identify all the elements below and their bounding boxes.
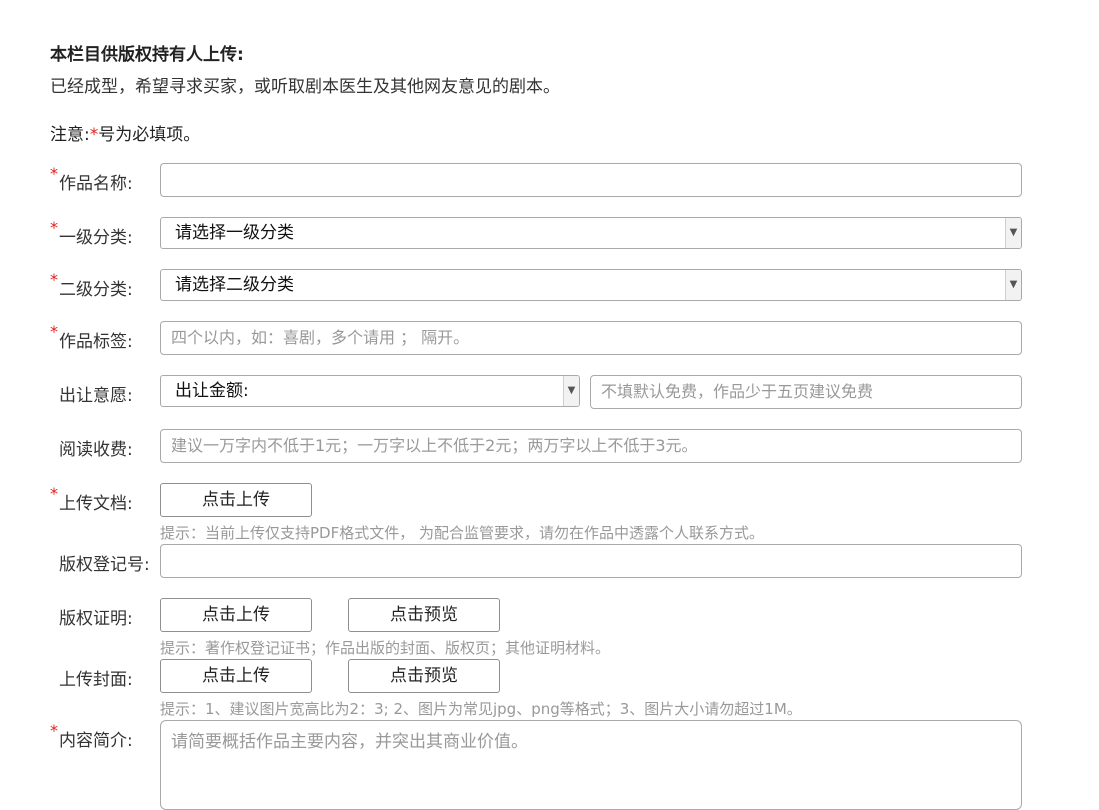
required-mark: * (50, 218, 58, 237)
category2-label: 二级分类: (59, 280, 133, 300)
transfer-amount-input[interactable]: 不填默认免费，作品少于五页建议免费 (590, 375, 1022, 409)
copyright-reg-label: 版权登记号: (59, 555, 150, 575)
category1-select[interactable]: 请选择一级分类 ▼ (160, 217, 1022, 249)
upload-doc-button[interactable]: 点击上传 (160, 483, 312, 517)
required-mark: * (50, 164, 58, 183)
transfer-selected: 出让金额: (175, 381, 249, 401)
summary-label: 内容简介: (59, 731, 133, 751)
required-notice: 注意:*号为必填项。 (50, 120, 200, 145)
copyright-proof-preview-button[interactable]: 点击预览 (348, 598, 500, 632)
category1-selected: 请选择一级分类 (175, 223, 294, 243)
category2-selected: 请选择二级分类 (175, 275, 294, 295)
transfer-select[interactable]: 出让金额: ▼ (160, 375, 580, 407)
upload-doc-hint: 提示：当前上传仅支持PDF格式文件， 为配合监管要求，请勿在作品中透露个人联系方… (160, 524, 764, 542)
required-mark: * (50, 484, 58, 503)
copyright-proof-upload-button[interactable]: 点击上传 (160, 598, 312, 632)
notice-suffix: 号为必填项。 (98, 125, 201, 145)
notice-star: * (89, 125, 99, 145)
reading-fee-label: 阅读收费: (59, 440, 133, 460)
required-mark: * (50, 270, 58, 289)
upload-doc-label: 上传文档: (59, 494, 133, 514)
summary-textarea[interactable]: 请简要概括作品主要内容，并突出其商业价值。 (160, 720, 1022, 810)
copyright-proof-hint: 提示：著作权登记证书；作品出版的封面、版权页；其他证明材料。 (160, 639, 611, 657)
reading-fee-input[interactable]: 建议一万字内不低于1元；一万字以上不低于2元；两万字以上不低于3元。 (160, 429, 1022, 463)
section-description: 已经成型，希望寻求买家，或听取剧本医生及其他网友意见的剧本。 (50, 77, 560, 97)
cover-upload-button[interactable]: 点击上传 (160, 659, 312, 693)
chevron-down-icon[interactable]: ▼ (1005, 270, 1021, 300)
copyright-reg-input[interactable] (160, 544, 1022, 578)
chevron-down-icon[interactable]: ▼ (563, 376, 579, 406)
chevron-down-icon[interactable]: ▼ (1005, 218, 1021, 248)
required-mark: * (50, 721, 58, 740)
cover-label: 上传封面: (59, 670, 133, 690)
title-input[interactable] (160, 163, 1022, 197)
title-label: 作品名称: (59, 174, 133, 194)
required-mark: * (50, 322, 58, 341)
transfer-label: 出让意愿: (59, 386, 133, 406)
category2-select[interactable]: 请选择二级分类 ▼ (160, 269, 1022, 301)
notice-prefix: 注意: (50, 125, 90, 145)
category1-label: 一级分类: (59, 228, 133, 248)
cover-preview-button[interactable]: 点击预览 (348, 659, 500, 693)
section-heading: 本栏目供版权持有人上传: (50, 45, 244, 65)
tags-input[interactable]: 四个以内，如：喜剧，多个请用 ； 隔开。 (160, 321, 1022, 355)
tags-label: 作品标签: (59, 332, 133, 352)
cover-hint: 提示：1、建议图片宽高比为2：3; 2、图片为常见jpg、png等格式；3、图片… (160, 700, 802, 718)
copyright-proof-label: 版权证明: (59, 609, 133, 629)
